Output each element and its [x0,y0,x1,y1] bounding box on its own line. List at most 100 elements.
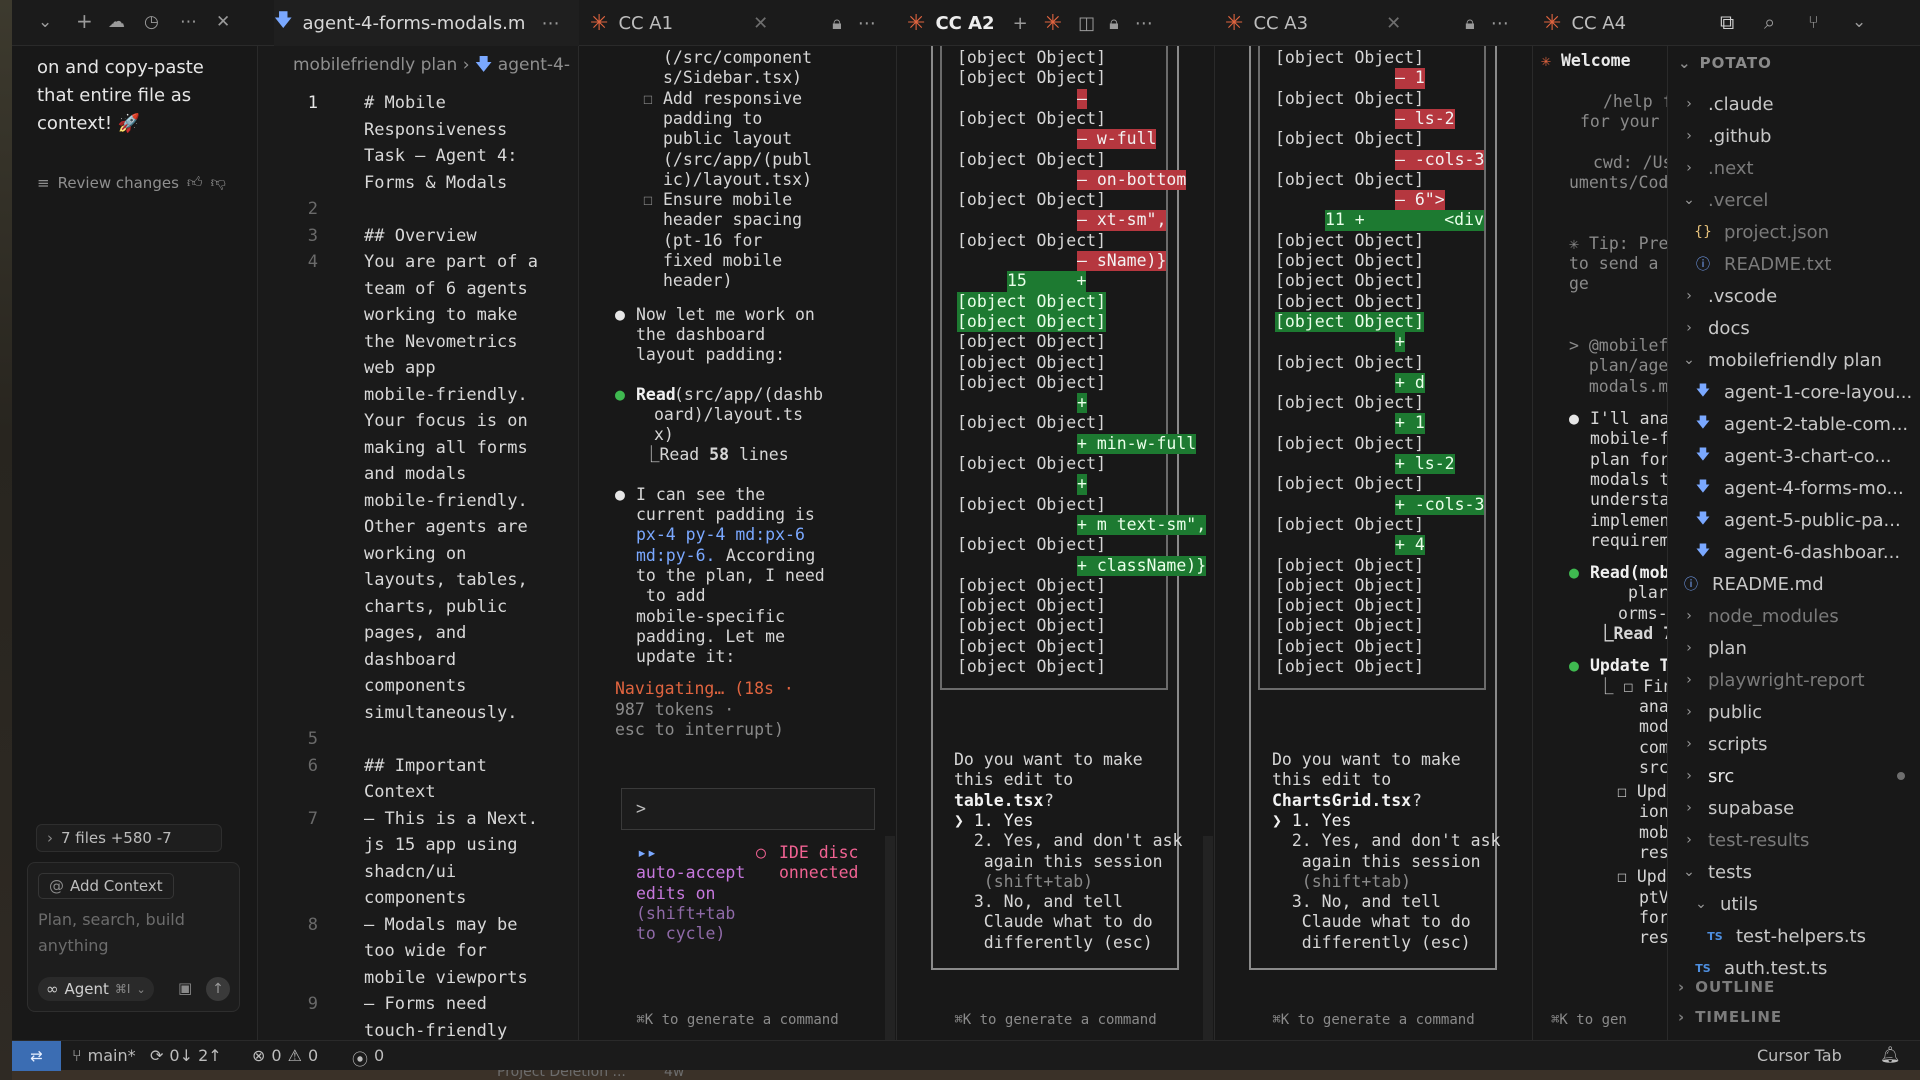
tree-item[interactable]: › public [1682,696,1762,728]
ports-indicator[interactable]: ⦿ 0 [352,1046,384,1070]
sync-indicator[interactable]: ⟳ 0↓ 2↑ [150,1046,222,1065]
tree-item[interactable]: › src [1682,760,1905,792]
cursor-tab-status[interactable]: Cursor Tab [1757,1046,1842,1065]
tab-cc-a3[interactable]: ✳ CC A3 ✕ 🔒︎ ⋯ [1225,0,1535,46]
tab-cc-a1[interactable]: ✳ CC A1 ✕ 🔒︎ ⋯ [590,0,900,46]
tree-item[interactable]: 🡇 agent-4-forms-mo... [1694,472,1904,504]
send-button[interactable]: ↑ [206,977,230,1001]
tree-item[interactable]: 🡇 agent-1-core-layou... [1694,376,1912,408]
tree-item[interactable]: › .vscode [1682,280,1777,312]
tree-item[interactable]: 🡇 agent-3-chart-co... [1694,440,1892,472]
ellipsis-icon[interactable]: ⋯ [858,13,876,34]
generate-command-hint[interactable]: ⌘K to generate a command [897,1012,1214,1028]
plus-icon[interactable]: + [1013,13,1028,34]
tab-agent-4-forms-modals[interactable]: 🡇 agent-4-forms-modals.m ⋯ [274,0,579,46]
ellipsis-icon[interactable]: ⋯ [1491,13,1509,34]
copy-icon[interactable]: ⧉ [1720,10,1734,34]
split-editor-icon[interactable]: ◫ [1078,13,1095,34]
option-yes-dont-ask[interactable]: again this session [1272,852,1481,872]
chevron-down-icon[interactable]: ⌄ [38,12,52,32]
tab-cc-a2[interactable]: ✳ CC A2 + ✳ ◫ 🔒︎ ⋯ [907,0,1217,46]
tree-item[interactable]: › supabase [1682,792,1794,824]
tree-item[interactable]: › node_modules [1682,600,1839,632]
remote-indicator[interactable]: ⇄ [12,1041,61,1071]
option-no[interactable]: Claude what to do [954,912,1153,932]
tree-item[interactable]: 🡇 agent-6-dashboar... [1694,536,1900,568]
generate-command-hint[interactable]: ⌘K to gen [1551,1012,1667,1028]
chevron-down-icon[interactable]: ⌄ [1852,12,1866,32]
tree-item[interactable]: ⌄ mobilefriendly plan [1682,344,1882,376]
terminal-cc-a3[interactable]: [object Object] – 1 [object Object] – ls-2[… [1215,46,1533,1040]
files-summary[interactable]: › 7 files +580 -7 [36,824,222,852]
tree-item[interactable]: ⓘ README.txt [1694,248,1831,280]
tree-item[interactable]: › test-results [1682,824,1809,856]
tree-item[interactable]: › .claude [1682,88,1773,120]
tree-item[interactable]: › playwright-report [1682,664,1864,696]
generate-command-hint[interactable]: ⌘K to generate a command [1215,1012,1532,1028]
agent-mode-select[interactable]: ∞ Agent ⌘I ⌄ [38,977,154,1001]
chat-input-placeholder[interactable]: Plan, search, build anything [38,907,218,959]
branch-indicator[interactable]: ⑂ main* [72,1046,136,1065]
close-icon[interactable]: ✕ [216,12,230,32]
ellipsis-icon[interactable]: ⋯ [1135,13,1153,34]
cloud-icon[interactable]: ☁ [108,12,125,32]
terminal-scrollbar[interactable] [885,836,895,1040]
tree-item[interactable]: › .next [1682,152,1753,184]
tree-item[interactable]: › docs [1682,312,1750,344]
chat-input-box[interactable]: @ Add Context Plan, search, build anythi… [27,862,240,1012]
history-icon[interactable]: ◷ [144,12,159,32]
lock-icon[interactable]: 🔒︎ [1109,13,1119,34]
option-yes-dont-ask[interactable]: (shift+tab) [954,872,1093,892]
option-yes[interactable]: ❯ 1. Yes [1272,811,1351,831]
outline-section[interactable]: › OUTLINE [1678,978,1775,996]
tree-item[interactable]: › plan [1682,632,1747,664]
terminal-line: padding to [663,108,763,128]
tree-item[interactable]: ⌄ .vercel [1682,184,1768,216]
problems-indicator[interactable]: ⊗ 0 ⚠ 0 [252,1046,318,1065]
thumbs-down-icon[interactable]: 👎︎ [211,173,226,192]
explorer-root[interactable]: ⌄ POTATO [1678,54,1772,72]
tree-item[interactable]: ⌄ utils [1694,888,1758,920]
tab-cc-a4[interactable]: ✳ CC A4 [1543,0,1673,46]
option-no[interactable]: differently (esc) [1272,933,1471,953]
terminal-input[interactable]: > [621,788,875,830]
add-context-button[interactable]: @ Add Context [38,873,174,899]
review-changes-row[interactable]: ≡ Review changes 👍︎ 👎︎ [37,173,226,192]
option-yes-dont-ask[interactable]: 2. Yes, and don't ask [1272,831,1501,851]
ellipsis-icon[interactable]: ⋯ [541,13,559,34]
ellipsis-icon[interactable]: ⋯ [180,12,197,32]
option-no[interactable]: 3. No, and tell [1272,892,1441,912]
plus-icon[interactable]: + [76,9,93,33]
lock-icon[interactable]: 🔒︎ [1465,13,1475,34]
tree-item[interactable]: › scripts [1682,728,1767,760]
option-no[interactable]: Claude what to do [1272,912,1471,932]
option-yes-dont-ask[interactable]: (shift+tab) [1272,872,1411,892]
close-icon[interactable]: ✕ [753,13,768,34]
tree-item[interactable]: › .github [1682,120,1771,152]
tree-item[interactable]: ⓘ README.md [1682,568,1824,600]
generate-command-hint[interactable]: ⌘K to generate a command [579,1012,896,1028]
option-yes[interactable]: ❯ 1. Yes [954,811,1033,831]
terminal-scrollbar[interactable] [1203,836,1213,1040]
terminal-cc-a2[interactable]: [object Object] [object Object] – [object O… [897,46,1215,1040]
close-icon[interactable]: ✕ [1386,13,1401,34]
option-no[interactable]: 3. No, and tell [954,892,1123,912]
bell-icon[interactable]: 🔔︎ [1880,1045,1900,1064]
tree-item[interactable]: 🡇 agent-2-table-com... [1694,408,1908,440]
image-icon[interactable]: ▣ [178,979,192,997]
tree-item[interactable]: ⌄ tests [1682,856,1752,888]
tree-item[interactable]: 🡇 agent-5-public-pa... [1694,504,1901,536]
source-control-icon[interactable]: ⑂ [1808,12,1819,33]
terminal-cc-a4[interactable]: ✳ Welcome/help fofor your c cwd: /Usuments… [1533,46,1668,1040]
tree-item[interactable]: {} project.json [1694,216,1829,248]
lock-icon[interactable]: 🔒︎ [832,13,842,34]
search-icon[interactable]: ⌕ [1764,10,1775,34]
option-no[interactable]: differently (esc) [954,933,1153,953]
option-yes-dont-ask[interactable]: again this session [954,852,1163,872]
markdown-editor[interactable]: mobilefriendly plan › 🡇 agent-4- 1 # Mobi… [258,46,579,1040]
timeline-section[interactable]: › TIMELINE [1678,1008,1782,1026]
tree-item[interactable]: TS test-helpers.ts [1706,920,1866,952]
thumbs-up-icon[interactable]: 👍︎ [187,173,203,192]
terminal-cc-a1[interactable]: (/src/component s/Sidebar.tsx) ☐ Add respon… [579,46,897,1040]
option-yes-dont-ask[interactable]: 2. Yes, and don't ask [954,831,1183,851]
